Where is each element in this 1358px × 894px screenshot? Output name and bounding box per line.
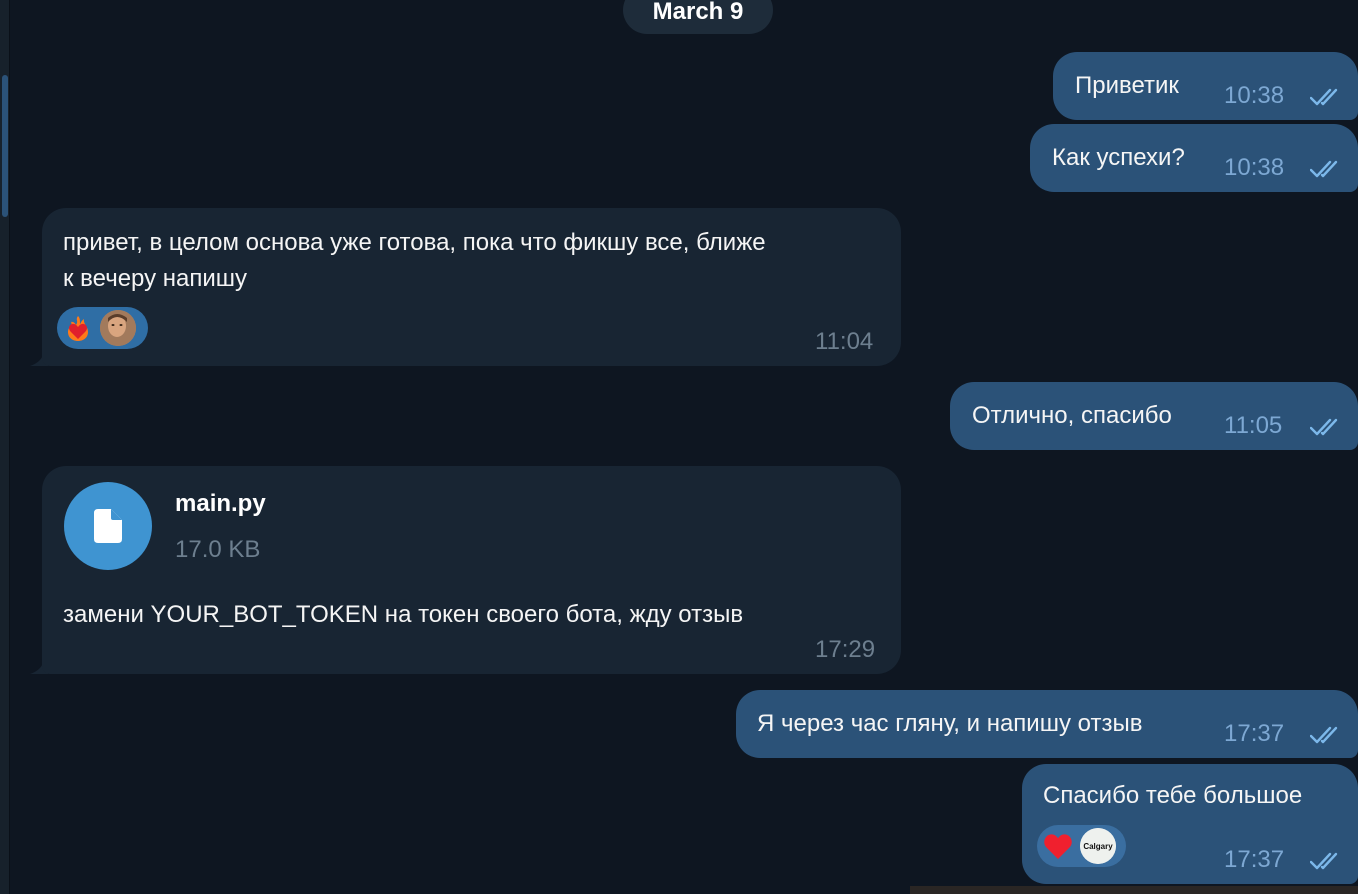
message-text-line: привет, в целом основа уже готова, пока … xyxy=(63,229,766,256)
read-double-check-icon xyxy=(1310,160,1338,178)
read-double-check-icon xyxy=(1310,852,1338,870)
message-text: Отлично, спасибо xyxy=(972,402,1172,429)
heart-on-fire-icon[interactable] xyxy=(60,310,96,346)
message-text: Приветик xyxy=(1075,72,1179,99)
message-text: замени YOUR_BOT_TOKEN на токен своего бо… xyxy=(63,601,744,628)
message-text-line: к вечеру напишу xyxy=(63,265,248,292)
message-bubble[interactable]: Приветик 10:38 xyxy=(1053,52,1358,120)
reactions-bar[interactable] xyxy=(57,307,148,349)
message-bubble[interactable]: Как успехи? 10:38 xyxy=(1030,124,1358,192)
file-size: 17.0 KB xyxy=(175,536,261,563)
message-time: 11:04 xyxy=(815,328,874,355)
read-double-check-icon xyxy=(1310,88,1338,106)
message-time: 17:29 xyxy=(815,636,876,663)
next-media-preview xyxy=(910,886,1358,894)
message-text: Я через час гляну, и напишу отзыв xyxy=(757,710,1143,737)
read-double-check-icon xyxy=(1310,418,1338,436)
message-time: 11:05 xyxy=(1224,412,1283,439)
reactor-avatar[interactable]: Calgary xyxy=(1080,828,1116,864)
date-divider: March 9 xyxy=(623,0,773,34)
file-message-bubble[interactable]: main.py 17.0 KB замени YOUR_BOT_TOKEN на… xyxy=(42,466,901,674)
message-text: Как успехи? xyxy=(1052,144,1185,171)
chat-view: March 9 Приветик 10:38 Как успехи? 10:38… xyxy=(0,0,1358,894)
message-time: 17:37 xyxy=(1224,720,1285,747)
message-bubble[interactable]: Отлично, спасибо 11:05 xyxy=(950,382,1358,450)
avatar-logo-text: Calgary xyxy=(1083,842,1113,851)
message-bubble[interactable]: привет, в целом основа уже готова, пока … xyxy=(42,208,901,366)
reactions-bar[interactable]: Calgary xyxy=(1037,825,1126,867)
file-name[interactable]: main.py xyxy=(175,490,266,518)
scrollbar-thumb[interactable] xyxy=(2,75,8,217)
read-double-check-icon xyxy=(1310,726,1338,744)
message-time: 10:38 xyxy=(1224,154,1285,181)
reactor-avatar[interactable] xyxy=(100,310,136,346)
message-bubble[interactable]: Спасибо тебе большое Calgary 17:37 xyxy=(1022,764,1358,884)
red-heart-icon[interactable] xyxy=(1040,828,1076,864)
document-file-icon[interactable] xyxy=(64,482,152,570)
message-bubble[interactable]: Я через час гляну, и напишу отзыв 17:37 xyxy=(736,690,1358,758)
message-time: 10:38 xyxy=(1224,82,1285,109)
message-text: Спасибо тебе большое xyxy=(1043,782,1303,809)
message-time: 17:37 xyxy=(1224,846,1285,873)
